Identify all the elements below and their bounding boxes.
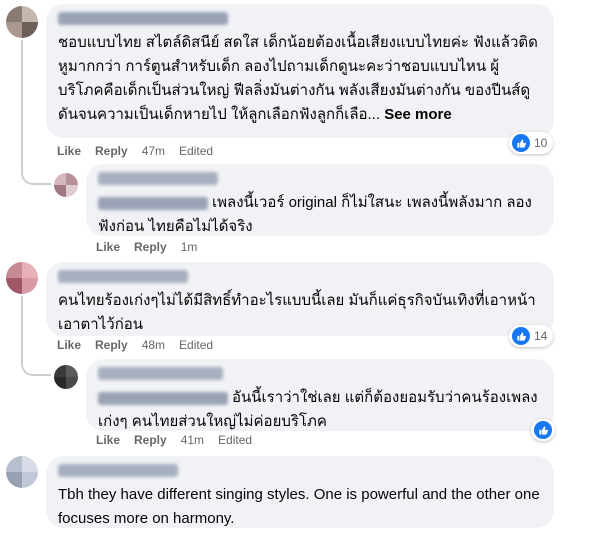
reaction-count[interactable]: 14 [509, 325, 554, 347]
like-button[interactable]: Like [96, 240, 120, 254]
comment-bubble: อันนี้เราว่าใช่เลย แต่ก็ต้องยอมรับว่าคนร… [86, 359, 554, 431]
comment-text: เพลงนี้เวอร์ original ก็ไม่ใสนะ เพลงนี้พ… [98, 194, 532, 235]
like-reaction-icon [512, 327, 530, 345]
like-button[interactable]: Like [57, 144, 81, 158]
commenter-name[interactable] [58, 270, 188, 283]
comment-text: อันนี้เราว่าใช่เลย แต่ก็ต้องยอมรับว่าคนร… [98, 389, 538, 430]
comment-actions: Like Reply 1m [96, 240, 197, 254]
like-button[interactable]: Like [96, 433, 120, 447]
commenter-name[interactable] [98, 172, 218, 185]
timestamp[interactable]: 47m [142, 144, 165, 158]
comment-bubble: ชอบแบบไทย สไตล์ดิสนีย์ สดใส เด็กน้อยต้อง… [46, 4, 554, 138]
like-reaction-icon [534, 421, 552, 439]
timestamp[interactable]: 1m [181, 240, 198, 254]
comment-actions: Like Reply 47m Edited [57, 144, 213, 158]
comment-text: คนไทยร้องเก่งๆไม่ได้มีสิทธิ์ทำอะไรแบบนี้… [58, 292, 536, 333]
comment-1: ชอบแบบไทย สไตล์ดิสนีย์ สดใส เด็กน้อยต้อง… [0, 0, 600, 160]
see-more-link[interactable]: See more [384, 106, 452, 123]
reply-button[interactable]: Reply [134, 433, 167, 447]
comment-actions: Like Reply 41m Edited [96, 433, 252, 447]
comment-text: Tbh they have different singing styles. … [58, 486, 540, 527]
edited-label: Edited [218, 433, 253, 447]
avatar[interactable] [54, 173, 78, 197]
edited-label: Edited [179, 144, 214, 158]
commenter-name[interactable] [98, 367, 223, 380]
commenter-name[interactable] [58, 12, 228, 25]
reaction-count-text: 14 [534, 329, 548, 343]
like-reaction-icon [512, 134, 530, 152]
comment-actions: Like Reply 48m Edited [57, 338, 213, 352]
comment-text: ชอบแบบไทย สไตล์ดิสนีย์ สดใส เด็กน้อยต้อง… [58, 34, 538, 123]
reply-button[interactable]: Reply [134, 240, 167, 254]
edited-label: Edited [179, 338, 214, 352]
comment-3: Tbh they have different singing styles. … [0, 452, 600, 535]
timestamp[interactable]: 48m [142, 338, 165, 352]
reaction-count-text: 10 [534, 136, 548, 150]
reply-1: เพลงนี้เวอร์ original ก็ไม่ใสนะ เพลงนี้พ… [0, 160, 600, 260]
reply-2: อันนี้เราว่าใช่เลย แต่ก็ต้องยอมรับว่าคนร… [0, 355, 600, 455]
reaction-count[interactable] [531, 419, 555, 441]
timestamp[interactable]: 41m [181, 433, 204, 447]
reaction-count[interactable]: 10 [509, 132, 554, 154]
commenter-name[interactable] [58, 464, 178, 477]
comment-bubble: เพลงนี้เวอร์ original ก็ไม่ใสนะ เพลงนี้พ… [86, 164, 554, 236]
comment-bubble: คนไทยร้องเก่งๆไม่ได้มีสิทธิ์ทำอะไรแบบนี้… [46, 262, 554, 336]
avatar[interactable] [6, 456, 38, 488]
avatar[interactable] [6, 262, 38, 294]
like-button[interactable]: Like [57, 338, 81, 352]
avatar[interactable] [54, 365, 78, 389]
comment-bubble: Tbh they have different singing styles. … [46, 456, 554, 528]
reply-button[interactable]: Reply [95, 338, 128, 352]
comment-2: คนไทยร้องเก่งๆไม่ได้มีสิทธิ์ทำอะไรแบบนี้… [0, 258, 600, 355]
reply-button[interactable]: Reply [95, 144, 128, 158]
avatar[interactable] [6, 6, 38, 38]
